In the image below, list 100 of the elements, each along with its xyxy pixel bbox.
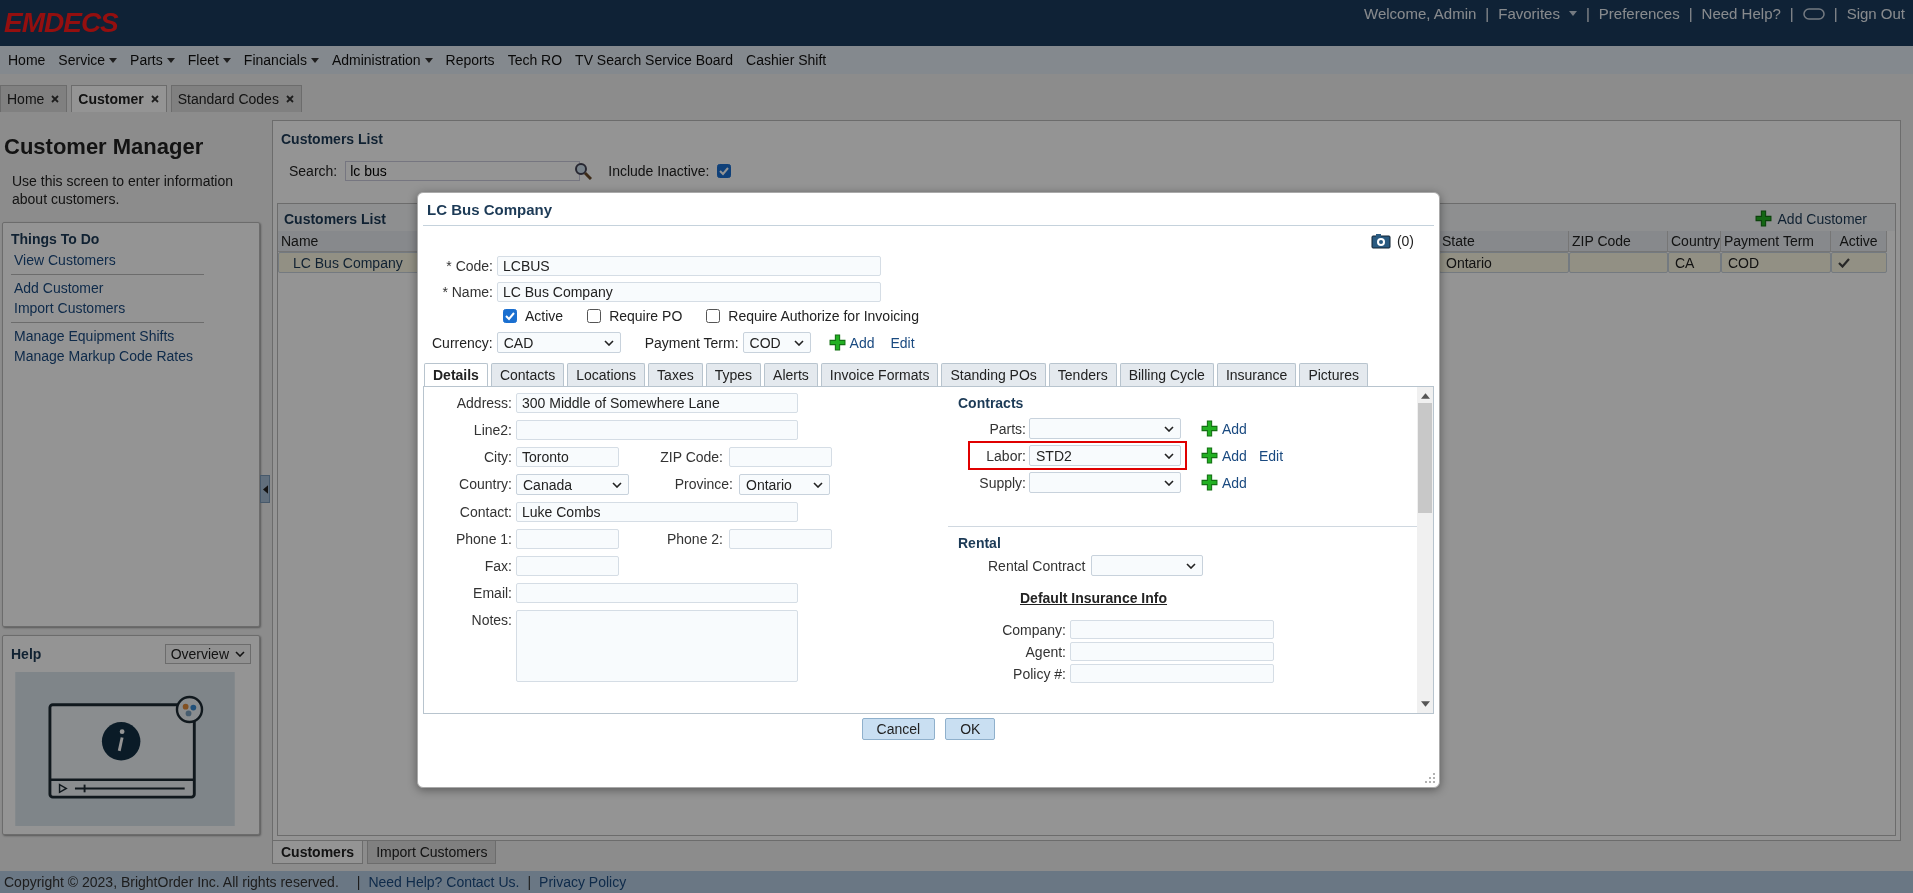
tab[interactable]: Billing Cycle <box>1119 363 1214 386</box>
page-tab[interactable]: Customer <box>71 85 167 112</box>
text-field[interactable] <box>516 420 798 440</box>
footer-link[interactable]: Need Help? Contact Us. <box>368 874 520 890</box>
column-header[interactable]: ZIP Code <box>1569 231 1668 252</box>
add-link[interactable]: Add <box>1201 420 1247 437</box>
dialog-button[interactable]: Cancel <box>861 718 936 740</box>
tab[interactable]: Alerts <box>764 363 818 386</box>
text-field[interactable]: Luke Combs <box>516 502 798 522</box>
scroll-up-icon[interactable] <box>1420 393 1430 399</box>
tab[interactable]: Details <box>424 363 488 386</box>
dialog-title: LC Bus Company <box>423 193 1434 226</box>
tab[interactable]: Types <box>705 363 762 386</box>
tab[interactable]: Tenders <box>1048 363 1117 386</box>
text-field[interactable]: LC Bus Company <box>497 282 881 302</box>
menu-item[interactable]: Fleet <box>187 52 231 68</box>
toggle-icon[interactable] <box>1802 7 1825 20</box>
checkbox[interactable] <box>717 164 732 178</box>
close-icon[interactable] <box>149 94 160 104</box>
dropdown[interactable]: Canada <box>516 474 629 495</box>
menu-item[interactable]: Home <box>8 52 46 68</box>
text-field[interactable] <box>1070 642 1274 661</box>
edit-link[interactable]: Edit <box>890 334 915 351</box>
scroll-down-icon[interactable] <box>1420 701 1430 707</box>
dialog-button[interactable]: OK <box>945 718 996 740</box>
header-link[interactable]: Preferences <box>1598 5 1680 22</box>
search-label: Search: <box>289 163 338 179</box>
add-link[interactable]: Add <box>1201 447 1247 464</box>
column-header[interactable]: Country <box>1668 231 1721 252</box>
header-link[interactable]: Need Help? <box>1701 5 1781 22</box>
menu-item[interactable]: Service <box>58 52 118 68</box>
text-field[interactable]: LCBUS <box>497 256 881 276</box>
plus-icon <box>1201 474 1218 491</box>
dropdown[interactable]: STD2 <box>1029 445 1181 466</box>
payment-term-dropdown[interactable]: COD <box>742 332 811 353</box>
panel-title: Help <box>11 646 42 662</box>
text-field[interactable] <box>1070 664 1274 683</box>
bottom-tab[interactable]: Import Customers <box>367 841 497 864</box>
menu-item[interactable]: Financials <box>243 52 319 68</box>
column-header[interactable]: Active <box>1831 231 1887 252</box>
checkbox[interactable] <box>706 309 721 323</box>
close-icon[interactable] <box>284 94 295 104</box>
text-field[interactable] <box>729 529 832 549</box>
tab[interactable]: Pictures <box>1299 363 1368 386</box>
favorites-menu[interactable]: Favorites <box>1498 5 1577 22</box>
task-link[interactable]: View Customers <box>14 252 204 268</box>
notes-field[interactable] <box>516 610 798 682</box>
checkbox-label: Require PO <box>609 308 683 324</box>
checkbox[interactable] <box>587 309 602 323</box>
currency-dropdown[interactable]: CAD <box>496 332 621 353</box>
column-header[interactable]: State <box>1439 231 1569 252</box>
menu-item[interactable]: TV Search Service Board <box>575 52 734 68</box>
text-field[interactable] <box>1070 620 1274 639</box>
header-link[interactable]: Sign Out <box>1846 5 1905 22</box>
scrollbar[interactable] <box>1417 387 1433 713</box>
footer-link[interactable]: Privacy Policy <box>539 874 627 890</box>
add-link[interactable]: Add <box>1201 474 1247 491</box>
menu-item[interactable]: Cashier Shift <box>746 52 827 68</box>
dropdown[interactable] <box>1029 472 1181 493</box>
menu-item[interactable]: Tech RO <box>507 52 563 68</box>
tab[interactable]: Standing POs <box>941 363 1046 386</box>
dropdown[interactable] <box>1091 555 1204 576</box>
edit-link[interactable]: Edit <box>1258 447 1284 464</box>
close-icon[interactable] <box>50 94 61 104</box>
add-link[interactable]: Add <box>828 334 875 351</box>
text-field[interactable] <box>516 583 798 603</box>
logo: EMDECS <box>4 7 118 39</box>
column-header[interactable]: Payment Term <box>1721 231 1831 252</box>
task-link[interactable]: Manage Equipment Shifts <box>14 328 204 344</box>
tab[interactable]: Contacts <box>490 363 565 386</box>
menu-item[interactable]: Administration <box>331 52 433 68</box>
text-field[interactable] <box>729 447 832 467</box>
tab[interactable]: Locations <box>567 363 646 386</box>
bottom-tab[interactable]: Customers <box>272 841 364 864</box>
text-field[interactable] <box>516 529 619 549</box>
tab[interactable]: Invoice Formats <box>820 363 939 386</box>
page-tab[interactable]: Standard Codes <box>170 85 302 112</box>
tab[interactable]: Taxes <box>648 363 703 386</box>
text-field[interactable]: 300 Middle of Somewhere Lane <box>516 393 798 413</box>
checkbox[interactable] <box>503 309 517 323</box>
camera-icon[interactable] <box>1370 233 1391 249</box>
dropdown[interactable]: Ontario <box>739 474 830 495</box>
text-field[interactable]: Toronto <box>516 447 619 467</box>
menu-item[interactable]: Parts <box>130 52 175 68</box>
resize-grip-icon[interactable] <box>1425 773 1435 783</box>
chevron-down-icon <box>1164 479 1174 486</box>
separator: | <box>1833 5 1838 22</box>
page-tab[interactable]: Home <box>0 85 68 112</box>
field-label: ZIP Code: <box>659 448 723 465</box>
collapse-handle[interactable] <box>260 475 270 503</box>
task-link[interactable]: Manage Markup Code Rates <box>14 348 204 364</box>
add-customer-link[interactable]: Add Customer <box>1754 210 1867 227</box>
task-link[interactable]: Add Customer <box>14 280 204 296</box>
task-link[interactable]: Import Customers <box>14 300 204 316</box>
dropdown[interactable] <box>1029 418 1181 439</box>
menu-item[interactable]: Reports <box>445 52 495 68</box>
field-label: Phone 2: <box>665 530 723 547</box>
topic-dropdown[interactable]: Overview <box>164 644 251 664</box>
text-field[interactable] <box>516 556 619 576</box>
tab[interactable]: Insurance <box>1216 363 1297 386</box>
